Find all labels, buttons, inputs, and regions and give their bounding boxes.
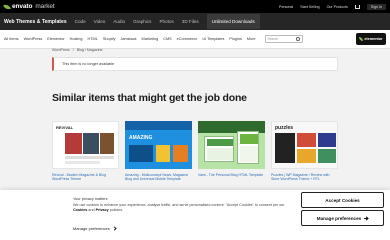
similar-item-card[interactable]: REVIVAL Revival - Modern Magazine & Blog…: [52, 121, 119, 185]
subnav-plugins[interactable]: Plugins: [229, 37, 241, 41]
manage-preferences-button[interactable]: Manage preferences: [301, 210, 384, 226]
start-selling-link[interactable]: Start Selling: [300, 5, 319, 9]
logo-suffix: market: [35, 3, 55, 10]
elementor-badge-label: elementor: [364, 37, 383, 41]
our-products-link[interactable]: Our Products: [327, 5, 348, 9]
subnav-hosting[interactable]: Hosting: [70, 37, 83, 41]
cart-icon[interactable]: [354, 4, 360, 9]
cookies-policy-link[interactable]: Cookies: [73, 208, 87, 212]
subnav-html[interactable]: HTML: [87, 37, 97, 41]
item-thumbnail[interactable]: [198, 121, 265, 169]
similar-item-card[interactable]: puzzles Puzzles | WP Magazine / Review w…: [271, 121, 338, 185]
subnav-ui-templates[interactable]: UI Templates: [202, 37, 224, 41]
manage-preferences-link[interactable]: Manage preferences: [73, 226, 117, 231]
thumbnail-text: AMAZING: [129, 135, 153, 141]
manage-preferences-label: Manage preferences: [73, 226, 110, 231]
item-title[interactable]: Puzzles | WP Magazine / Review with Stor…: [271, 173, 338, 182]
chevron-right-icon: [112, 226, 117, 231]
leaf-icon: [3, 2, 11, 11]
cookie-body-end: policies.: [109, 208, 124, 213]
subnav-jamstack[interactable]: Jamstack: [120, 37, 136, 41]
subnav-cms[interactable]: CMS: [163, 37, 171, 41]
sub-nav: All Items WordPress Elementor Hosting HT…: [0, 30, 390, 49]
cookie-body-text: We use cookies to enhance your experienc…: [73, 203, 285, 207]
similar-item-card[interactable]: AMAZING Amazing - Multiconcept News, Mag…: [125, 121, 192, 185]
cookie-body: We use cookies to enhance your experienc…: [73, 203, 288, 213]
arrow-right-icon: [364, 217, 369, 219]
top-bar: envato market Personal Start Selling Our…: [0, 0, 390, 13]
subnav-elementor[interactable]: Elementor: [47, 37, 64, 41]
item-title[interactable]: Revival - Modern Magazine & Blog WordPre…: [52, 173, 119, 182]
search-icon[interactable]: [296, 37, 300, 41]
personal-link[interactable]: Personal: [279, 5, 293, 9]
manage-preferences-button-label: Manage preferences: [316, 215, 362, 221]
top-links: Personal Start Selling Our Products Sign…: [279, 3, 386, 10]
similar-item-card[interactable]: Vans - The Personal Blog HTML Template: [198, 121, 265, 185]
item-title[interactable]: Vans - The Personal Blog HTML Template: [198, 173, 265, 177]
logo-text: envato: [12, 3, 33, 10]
elementor-badge[interactable]: elementor: [356, 33, 386, 45]
category-unlimited-downloads[interactable]: Unlimited Downloads: [206, 14, 260, 29]
item-thumbnail[interactable]: AMAZING: [125, 121, 192, 169]
category-audio[interactable]: Audio: [113, 19, 125, 24]
category-web-themes[interactable]: Web Themes & Templates: [4, 19, 67, 25]
subnav-more[interactable]: More: [247, 37, 256, 41]
privacy-policy-link[interactable]: Privacy: [96, 208, 109, 212]
alert-text: This item is no longer available: [62, 62, 115, 66]
page-title: Similar items that might get the job don…: [52, 92, 247, 104]
category-photos[interactable]: Photos: [159, 19, 173, 24]
subnav-wordpress[interactable]: WordPress: [24, 37, 43, 41]
subnav-ecommerce[interactable]: eCommerce: [177, 37, 198, 41]
thumbnail-text: REVIVAL: [56, 125, 74, 130]
accept-cookies-button[interactable]: Accept Cookies: [301, 192, 384, 208]
category-3d-files[interactable]: 3D Files: [182, 19, 199, 24]
category-code[interactable]: Code: [75, 19, 86, 24]
item-title[interactable]: Amazing - Multiconcept News, Magazine Bl…: [125, 173, 192, 182]
breadcrumb-separator: /: [72, 48, 74, 52]
thumbnail-text: puzzles: [275, 125, 294, 131]
category-graphics[interactable]: Graphics: [133, 19, 151, 24]
leaf-icon: [359, 37, 364, 41]
breadcrumb-blog-magazine[interactable]: Blog / Magazine: [77, 48, 103, 52]
breadcrumb-wordpress[interactable]: WordPress: [52, 48, 70, 52]
envato-logo[interactable]: envato market: [3, 2, 55, 11]
cookie-title: Your privacy matters: [73, 197, 108, 201]
breadcrumb: WordPress / Blog / Magazine: [52, 48, 103, 52]
cookie-body-and: and: [88, 208, 95, 213]
item-thumbnail[interactable]: puzzles: [271, 121, 338, 169]
subnav-marketing[interactable]: Marketing: [142, 37, 159, 41]
search-placeholder: Search: [267, 37, 279, 41]
sign-in-button[interactable]: Sign In: [366, 3, 386, 10]
subnav-shopify[interactable]: Shopify: [103, 37, 116, 41]
category-video[interactable]: Video: [94, 19, 106, 24]
subnav-all-items[interactable]: All Items: [4, 37, 19, 41]
item-thumbnail[interactable]: REVIVAL: [52, 121, 119, 169]
category-bar: Web Themes & Templates Code Video Audio …: [0, 13, 390, 30]
search-input[interactable]: Search: [264, 35, 303, 43]
unavailable-alert: This item is no longer available: [52, 57, 338, 71]
